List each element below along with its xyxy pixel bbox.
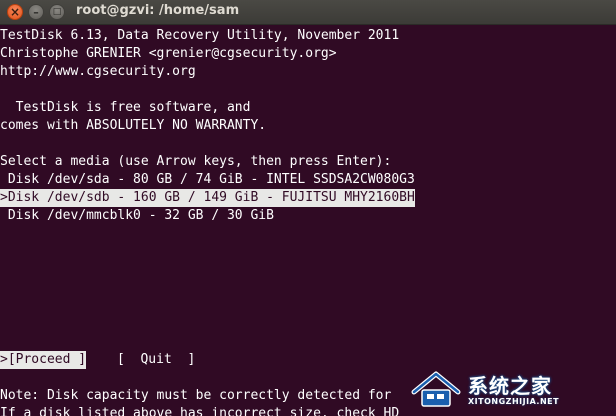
header-line-url: http://www.cgsecurity.org [0, 64, 196, 79]
header-line-app: TestDisk 6.13, Data Recovery Utility, No… [0, 28, 400, 43]
terminal-window: × – □ root@gzvi: /home/sam TestDisk 6.13… [0, 0, 616, 416]
watermark-url: XITONGZHIJIA.NET [468, 397, 560, 406]
note-line-2: If a disk listed above has incorrect siz… [0, 406, 400, 416]
license-line-2: comes with ABSOLUTELY NO WARRANTY. [0, 118, 267, 133]
proceed-button[interactable]: >[Proceed ] [0, 351, 87, 369]
disk-option-sda[interactable]: Disk /dev/sda - 80 GB / 74 GiB - INTEL S… [0, 171, 415, 189]
maximize-window-button[interactable]: □ [49, 4, 65, 20]
window-title: root@gzvi: /home/sam [76, 3, 240, 18]
note-line-1: Note: Disk capacity must be correctly de… [0, 388, 392, 403]
disk-option-sdb-selected[interactable]: >Disk /dev/sdb - 160 GB / 149 GiB - FUJI… [0, 189, 415, 207]
house-logo-icon [411, 371, 461, 407]
close-window-button[interactable]: × [7, 4, 23, 20]
minimize-window-button[interactable]: – [28, 4, 44, 20]
title-bar[interactable]: × – □ root@gzvi: /home/sam [0, 0, 616, 25]
disk-option-mmcblk0[interactable]: Disk /dev/mmcblk0 - 32 GB / 30 GiB [0, 207, 274, 225]
license-line-1: TestDisk is free software, and [0, 100, 251, 115]
header-line-author: Christophe GRENIER <grenier@cgsecurity.o… [0, 46, 337, 61]
select-media-prompt: Select a media (use Arrow keys, then pre… [0, 154, 392, 169]
quit-button[interactable]: [ Quit ] [117, 351, 195, 369]
terminal-screen[interactable]: TestDisk 6.13, Data Recovery Utility, No… [0, 25, 616, 416]
site-watermark: 系统之家 XITONGZHIJIA.NET [410, 366, 610, 412]
watermark-brand: 系统之家 [468, 374, 552, 398]
